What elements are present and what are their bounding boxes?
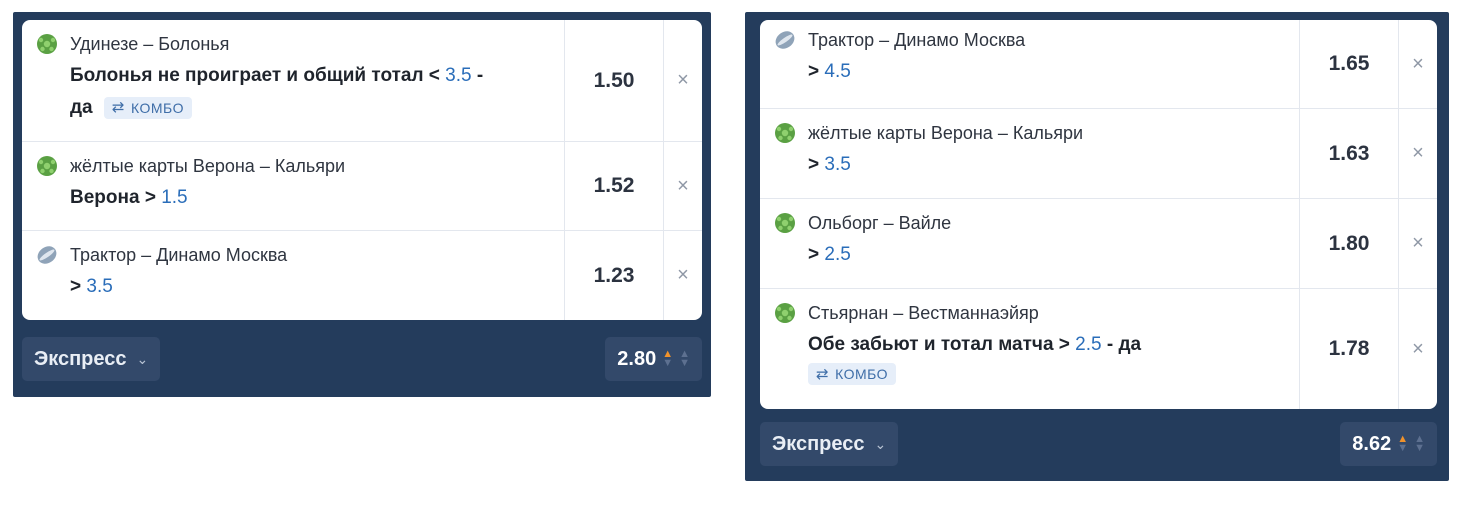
total-odd-box: 2.80 ▲ ▼ ▲ ▼: [605, 337, 702, 381]
event-name: Удинезе – Болонья: [70, 33, 230, 54]
bet-text: Болонья не проиграет и общий тотал <: [70, 65, 446, 86]
close-icon[interactable]: ×: [1398, 109, 1437, 198]
bet-value: 1.5: [161, 187, 188, 208]
football-icon: [775, 303, 795, 323]
football-icon: [775, 123, 795, 143]
odd-value[interactable]: 1.50: [564, 20, 663, 141]
bet-slip-item: жёлтые карты Верона – Кальяри Верона > 1…: [22, 142, 702, 231]
close-icon[interactable]: ×: [1398, 20, 1437, 108]
bet-description: > 3.5: [36, 271, 550, 303]
odd-value[interactable]: 1.80: [1299, 199, 1398, 288]
bet-item-info: Трактор – Динамо Москва > 3.5: [22, 231, 564, 320]
football-icon: [37, 34, 57, 54]
combo-badge: ⇄ КОМБО: [808, 363, 897, 385]
bet-item-info: Трактор – Динамо Москва > 4.5: [760, 20, 1299, 108]
bet-description: Обе забьют и тотал матча > 2.5 - да: [774, 329, 1285, 361]
bet-description: Верона > 1.5: [36, 182, 550, 214]
event-name: жёлтые карты Верона – Кальяри: [808, 122, 1084, 143]
bet-suffix: - да: [1101, 334, 1142, 355]
close-icon[interactable]: ×: [663, 231, 702, 320]
total-odd-box: 8.62 ▲ ▼ ▲ ▼: [1340, 422, 1437, 466]
bet-type-select[interactable]: Экспресс ⌄: [22, 337, 161, 381]
bet-text: >: [808, 244, 825, 265]
event-name: Трактор – Динамо Москва: [70, 244, 288, 265]
combo-label: КОМБО: [835, 366, 889, 382]
close-icon[interactable]: ×: [663, 142, 702, 230]
bet-value: 3.5: [824, 154, 851, 175]
bet-text: Верона >: [70, 187, 162, 208]
bet-description: > 4.5: [774, 56, 1285, 88]
combo-label: КОМБО: [131, 99, 184, 116]
bet-type-label: Экспресс: [772, 432, 865, 455]
bet-text: >: [70, 276, 87, 297]
swap-icon: ⇄: [111, 98, 125, 116]
bet-text: >: [808, 61, 825, 82]
event-name: Стьярнан – Вестманнаэйяр: [808, 302, 1039, 323]
bet-item-info: Удинезе – Болонья Болонья не проиграет и…: [22, 20, 564, 141]
event-name: Ольборг – Вайле: [808, 212, 952, 233]
bet-item-info: Ольборг – Вайле > 2.5: [760, 199, 1299, 288]
chevron-down-icon: ⌄: [136, 350, 149, 367]
odds-change-icon: ▲ ▼: [1397, 433, 1409, 454]
bet-value: 3.5: [86, 276, 113, 297]
bet-slip-item: Удинезе – Болонья Болонья не проиграет и…: [22, 20, 702, 142]
bet-slip-card: Удинезе – Болонья Болонья не проиграет и…: [22, 20, 702, 320]
bet-text: >: [808, 154, 825, 175]
event-name: Трактор – Динамо Москва: [808, 29, 1026, 50]
hockey-puck-icon: [775, 31, 795, 49]
bet-item-info: Стьярнан – Вестманнаэйяр Обе забьют и то…: [760, 289, 1299, 409]
odd-value[interactable]: 1.52: [564, 142, 663, 230]
bet-suffix: -: [471, 65, 484, 86]
bet-type-select[interactable]: Экспресс ⌄: [760, 422, 899, 466]
total-odd-value: 8.62: [1352, 432, 1392, 455]
bet-text: Обе забьют и тотал матча >: [808, 334, 1076, 355]
bet-value: 2.5: [1075, 334, 1102, 355]
close-icon[interactable]: ×: [663, 20, 702, 141]
odd-value[interactable]: 1.63: [1299, 109, 1398, 198]
bet-slip-item: Трактор – Динамо Москва > 4.5 1.65 ×: [760, 20, 1437, 109]
football-icon: [37, 156, 57, 176]
bet-slip-item: Ольборг – Вайле > 2.5 1.80 ×: [760, 199, 1437, 289]
combo-badge: ⇄ КОМБО: [103, 96, 192, 119]
bet-type-label: Экспресс: [34, 347, 127, 370]
bet-value: 4.5: [824, 61, 851, 82]
event-name: жёлтые карты Верона – Кальяри: [70, 155, 346, 176]
football-icon: [775, 213, 795, 233]
bet-slip-item: Трактор – Динамо Москва > 3.5 1.23 ×: [22, 231, 702, 320]
odd-value[interactable]: 1.23: [564, 231, 663, 320]
close-icon[interactable]: ×: [1398, 199, 1437, 288]
bet-item-info: жёлтые карты Верона – Кальяри > 3.5: [760, 109, 1299, 198]
odds-sort-icon: ▲ ▼: [1414, 433, 1425, 454]
total-odd-value: 2.80: [617, 347, 657, 370]
bet-slip-footer: Экспресс ⌄ 8.62 ▲ ▼ ▲ ▼: [760, 422, 1437, 466]
bet-slip-right: Трактор – Динамо Москва > 4.5 1.65 × жёл…: [745, 12, 1449, 481]
bet-slip-item: жёлтые карты Верона – Кальяри > 3.5 1.63…: [760, 109, 1437, 199]
hockey-puck-icon: [37, 246, 57, 264]
bet-value: 2.5: [824, 244, 851, 265]
odd-value[interactable]: 1.78: [1299, 289, 1398, 409]
bet-description: > 3.5: [774, 149, 1285, 181]
bet-slip-item: Стьярнан – Вестманнаэйяр Обе забьют и то…: [760, 289, 1437, 409]
chevron-down-icon: ⌄: [874, 435, 887, 452]
swap-icon: ⇄: [816, 366, 830, 383]
bet-description: > 2.5: [774, 239, 1285, 271]
bet-slip-footer: Экспресс ⌄ 2.80 ▲ ▼ ▲ ▼: [22, 337, 702, 381]
odds-change-icon: ▲ ▼: [662, 348, 674, 369]
close-icon[interactable]: ×: [1398, 289, 1437, 409]
bet-slip-card: Трактор – Динамо Москва > 4.5 1.65 × жёл…: [760, 20, 1437, 409]
bet-item-info: жёлтые карты Верона – Кальяри Верона > 1…: [22, 142, 564, 230]
bet-value: 3.5: [445, 65, 472, 86]
bet-text-line2: да: [70, 97, 93, 118]
odds-sort-icon: ▲ ▼: [679, 348, 690, 369]
odd-value[interactable]: 1.65: [1299, 20, 1398, 108]
bet-slip-left: Удинезе – Болонья Болонья не проиграет и…: [13, 12, 711, 397]
bet-description: Болонья не проиграет и общий тотал < 3.5…: [36, 60, 550, 124]
